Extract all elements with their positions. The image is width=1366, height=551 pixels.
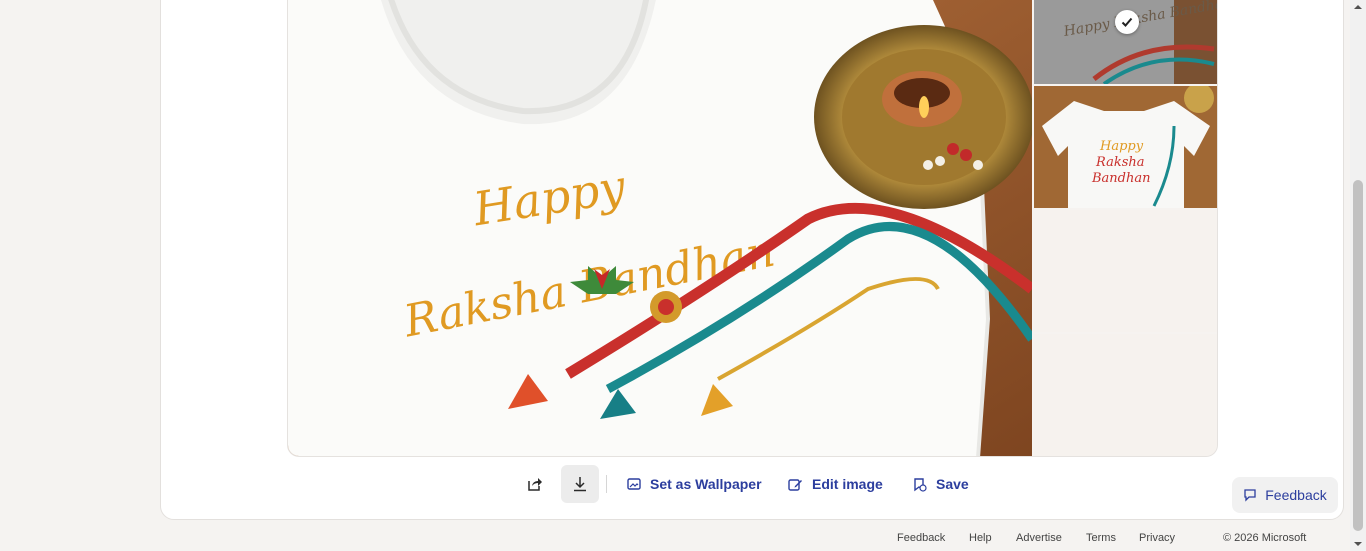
main-generated-image[interactable]: Happy Raksha Bandhan <box>288 0 1032 456</box>
save-label: Save <box>936 476 969 492</box>
toolbar-divider <box>606 475 607 493</box>
scroll-up-arrow-icon[interactable] <box>1350 0 1366 14</box>
thumbnail-2-line2: Raksha <box>1095 155 1145 170</box>
page-scrollbar[interactable] <box>1350 0 1366 551</box>
scrollbar-thumb[interactable] <box>1353 180 1363 531</box>
chat-icon <box>1244 489 1256 502</box>
thumbnail-2[interactable]: Happy Raksha Bandhan <box>1034 86 1217 208</box>
selected-check-icon <box>1115 10 1139 34</box>
wallpaper-icon <box>627 478 641 490</box>
share-button[interactable] <box>516 465 554 503</box>
set-as-wallpaper-button[interactable]: Set as Wallpaper <box>627 465 762 503</box>
thumbnail-3-empty[interactable] <box>1034 210 1217 332</box>
scroll-down-arrow-icon[interactable] <box>1350 537 1366 551</box>
edit-icon <box>788 478 802 491</box>
footer-link-terms[interactable]: Terms <box>1086 532 1116 544</box>
image-viewer: Happy Raksha Bandhan Happy Raksha Bandha… <box>287 0 1218 457</box>
footer-link-advertise[interactable]: Advertise <box>1016 532 1062 544</box>
footer-link-feedback[interactable]: Feedback <box>897 532 945 544</box>
thumbnail-1[interactable]: Happy Raksha Bandhan <box>1034 0 1217 84</box>
feedback-label: Feedback <box>1265 487 1327 503</box>
save-icon <box>914 477 927 492</box>
edit-image-button[interactable]: Edit image <box>788 465 883 503</box>
set-as-wallpaper-label: Set as Wallpaper <box>650 476 762 492</box>
share-icon <box>528 478 542 491</box>
thumbnail-4-empty[interactable] <box>1034 334 1217 456</box>
edit-image-label: Edit image <box>812 476 883 492</box>
footer-copyright: © 2026 Microsoft <box>1223 532 1307 544</box>
footer-link-help[interactable]: Help <box>969 532 992 544</box>
footer-link-privacy[interactable]: Privacy <box>1139 532 1175 544</box>
feedback-button[interactable]: Feedback <box>1232 477 1338 513</box>
save-button[interactable]: Save <box>912 465 969 503</box>
thumbnail-2-line3: Bandhan <box>1091 171 1151 186</box>
download-button[interactable] <box>561 465 599 503</box>
thumbnail-2-line1: Happy <box>1099 139 1144 154</box>
download-icon <box>574 477 586 492</box>
